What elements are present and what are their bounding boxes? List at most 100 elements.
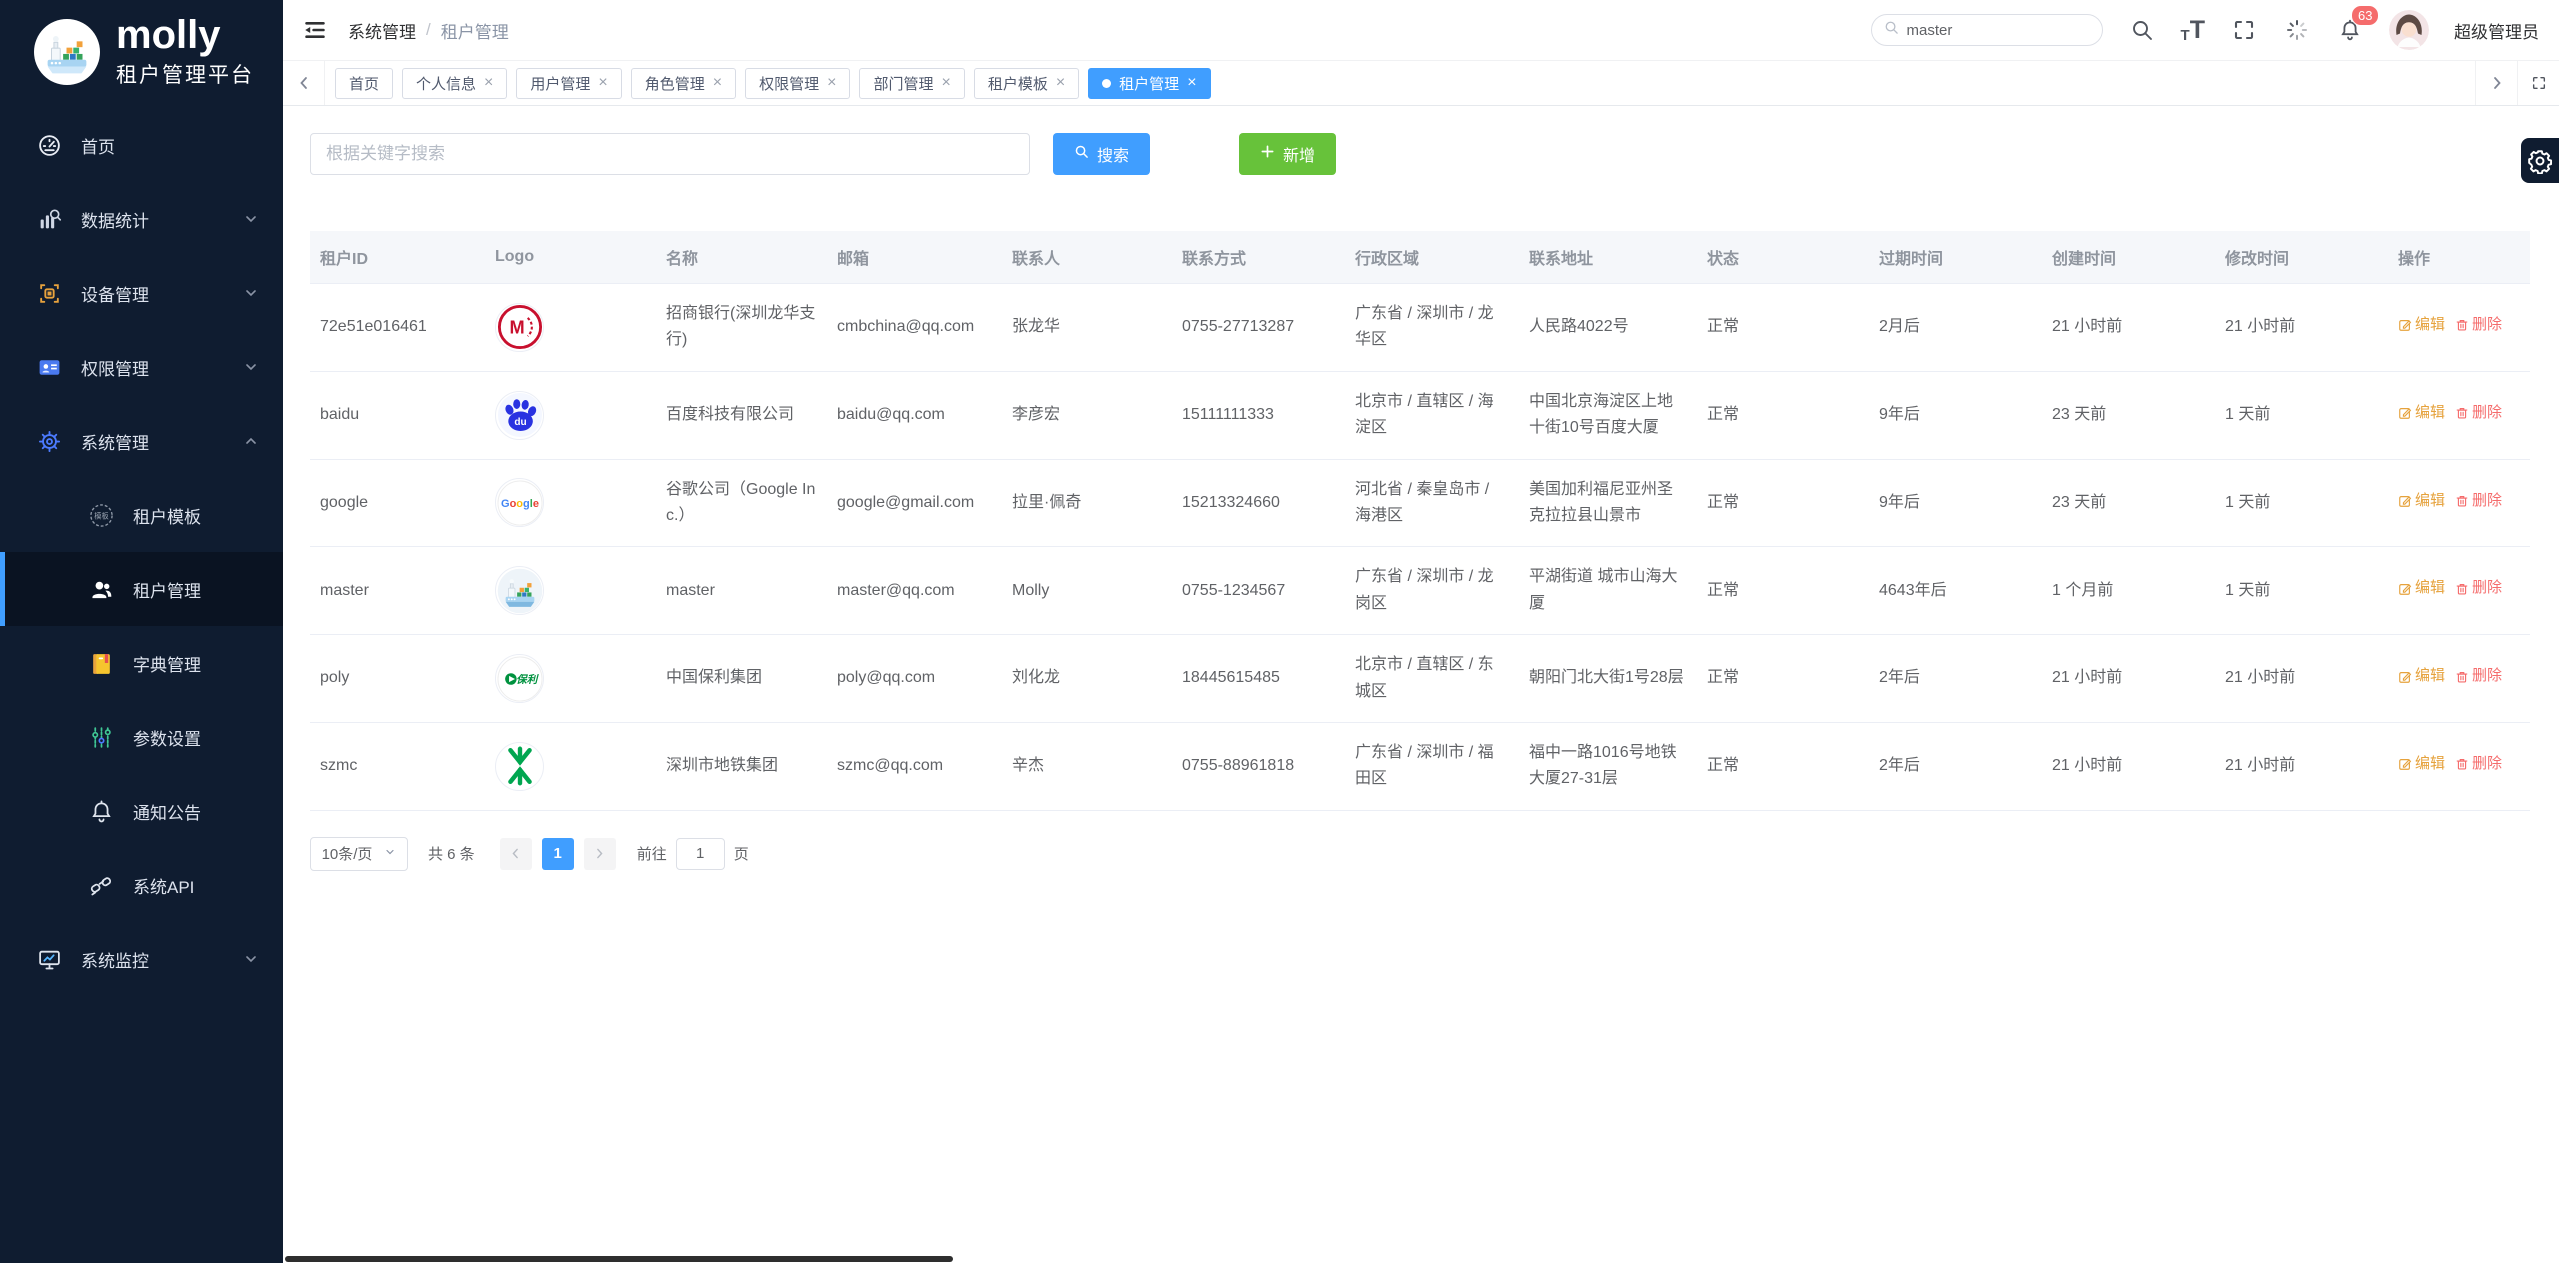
cell-email: cmbchina@qq.com [827,284,1002,372]
cell-expire-time: 2月后 [1869,284,2042,372]
sidebar-item-system-mgmt[interactable]: 系统管理 [0,404,283,478]
notifications-bell-icon[interactable]: 63 [2336,16,2364,44]
sidebar-item-dict-mgmt[interactable]: 字典管理 [0,626,283,700]
sidebar-item-label: 参数设置 [133,725,261,750]
cell-modify-time: 21 小时前 [2215,635,2388,723]
close-tab-icon[interactable]: × [1056,75,1065,91]
close-tab-icon[interactable]: × [941,75,950,91]
tab-tenant-mgmt[interactable]: 租户管理× [1088,68,1210,99]
delete-button[interactable]: 删除 [2455,752,2502,777]
tab-label: 个人信息 [416,73,476,94]
goto-page-input[interactable] [676,838,725,870]
molly-logo [495,566,544,615]
page-size-select[interactable]: 10条/页 [310,837,408,871]
sidebar-item-tenant-template[interactable]: 模板租户模板 [0,478,283,552]
user-avatar[interactable] [2389,10,2429,50]
edit-button[interactable]: 编辑 [2398,576,2445,601]
cell-email: baidu@qq.com [827,371,1002,459]
tabs-fullscreen-icon[interactable] [2517,61,2559,105]
breadcrumb-item-system[interactable]: 系统管理 [348,18,416,43]
app-name: molly [116,15,254,56]
delete-button[interactable]: 删除 [2455,401,2502,426]
cell-tenant-id: szmc [310,722,485,810]
tab-tenant-template[interactable]: 租户模板 × [974,68,1079,99]
keyword-search-input[interactable] [310,133,1030,175]
sidebar-item-device-mgmt[interactable]: 设备管理 [0,256,283,330]
cell-status: 正常 [1697,547,1869,635]
cell-modify-time: 21 小时前 [2215,284,2388,372]
edit-button[interactable]: 编辑 [2398,489,2445,514]
username[interactable]: 超级管理员 [2454,18,2539,43]
sidebar-item-system-api[interactable]: 系统API [0,848,283,922]
column-header-modify-time: 修改时间 [2215,231,2388,284]
prev-page-button[interactable] [500,838,532,870]
close-tab-icon[interactable]: × [598,75,607,91]
header-search-input[interactable] [1907,22,2090,39]
template-icon: 模板 [88,502,115,529]
sidebar-item-data-stats[interactable]: 数据统计 [0,182,283,256]
current-page-button[interactable]: 1 [542,838,574,870]
edit-button[interactable]: 编辑 [2398,752,2445,777]
delete-button[interactable]: 删除 [2455,489,2502,514]
cell-contact: 张龙华 [1002,284,1172,372]
close-tab-icon[interactable]: × [484,75,493,91]
add-button[interactable]: 新增 [1239,133,1336,175]
settings-gear-button[interactable] [2521,138,2559,183]
baidu-logo: du [495,391,544,440]
edit-button[interactable]: 编辑 [2398,664,2445,689]
svg-text:du: du [514,417,526,428]
delete-button[interactable]: 删除 [2455,313,2502,338]
cell-phone: 18445615485 [1172,635,1345,723]
column-header-phone: 联系方式 [1172,231,1345,284]
cell-logo [485,547,656,635]
sidebar-item-permission-mgmt[interactable]: 权限管理 [0,330,283,404]
close-tab-icon[interactable]: × [827,75,836,91]
edit-button[interactable]: 编辑 [2398,401,2445,426]
book-icon [88,650,115,677]
search-icon[interactable] [2128,16,2156,44]
sidebar-item-tenant-mgmt[interactable]: 租户管理 [0,552,283,626]
tab-profile[interactable]: 个人信息 × [402,68,507,99]
chevron-down-icon [243,359,261,375]
table-header-row: 租户IDLogo名称邮箱联系人联系方式行政区域联系地址状态过期时间创建时间修改时… [310,231,2530,284]
app-logo[interactable]: molly 租户管理平台 [0,0,283,100]
total-count: 共 6 条 [428,843,475,864]
tabs-scroll-left-icon[interactable] [283,61,325,105]
horizontal-scrollbar-thumb[interactable] [285,1256,953,1262]
sliders-icon [88,724,115,751]
sidebar-item-notice[interactable]: 通知公告 [0,774,283,848]
font-size-icon[interactable]: TT [2181,18,2205,43]
tab-label: 部门管理 [873,73,933,94]
sidebar-item-system-monitor[interactable]: 系统监控 [0,922,283,996]
close-tab-icon[interactable]: × [713,75,722,91]
chevron-down-icon [243,285,261,301]
tab-label: 租户模板 [988,73,1048,94]
edit-button[interactable]: 编辑 [2398,313,2445,338]
tab-dept-mgmt[interactable]: 部门管理 × [859,68,964,99]
loading-icon[interactable] [2283,16,2311,44]
sidebar-item-home[interactable]: 首页 [0,108,283,182]
tabs-scroll-right-icon[interactable] [2475,61,2517,105]
plug-icon [88,872,115,899]
cell-tenant-id: poly [310,635,485,723]
search-icon [1884,20,1899,40]
close-tab-icon[interactable]: × [1187,75,1196,91]
sidebar-item-label: 数据统计 [81,207,243,232]
top-header: 系统管理 / 租户管理 TT 63 超级管理员 [283,0,2559,61]
delete-button[interactable]: 删除 [2455,664,2502,689]
cell-logo: du [485,371,656,459]
fullscreen-icon[interactable] [2230,16,2258,44]
tab-label: 首页 [349,73,379,94]
google-logo: Google [495,478,544,527]
tab-home[interactable]: 首页 [335,68,393,99]
collapse-sidebar-icon[interactable] [300,15,330,45]
tab-user-mgmt[interactable]: 用户管理× [516,68,621,99]
search-button[interactable]: 搜索 [1053,133,1150,175]
next-page-button[interactable] [584,838,616,870]
tab-permission-mgmt[interactable]: 权限管理× [745,68,850,99]
delete-button[interactable]: 删除 [2455,576,2502,601]
tab-role-mgmt[interactable]: 角色管理× [631,68,736,99]
sidebar-item-param-settings[interactable]: 参数设置 [0,700,283,774]
cell-name: 招商银行(深圳龙华支行) [656,284,827,372]
search-button-label: 搜索 [1097,142,1129,166]
